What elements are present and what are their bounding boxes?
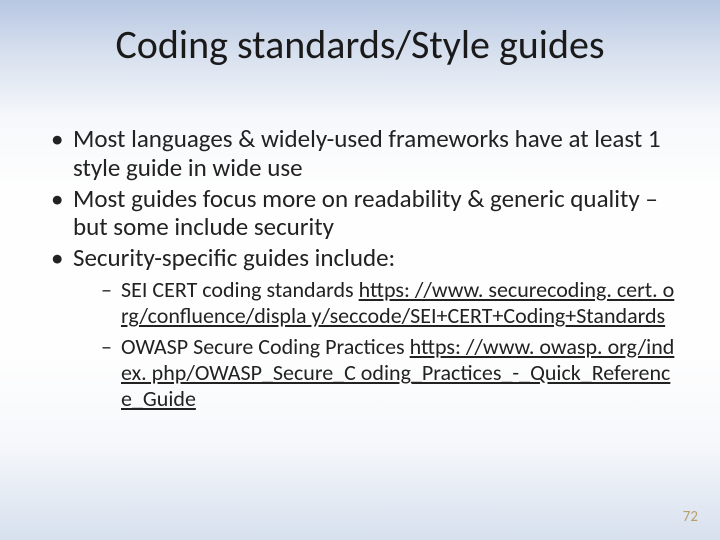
- sub-bullet-list: SEI CERT coding standards https: //www. …: [73, 277, 680, 413]
- bullet-item: Security-specific guides include: SEI CE…: [45, 244, 680, 413]
- slide-title: Coding standards/Style guides: [0, 20, 720, 69]
- sub-bullet-item: OWASP Secure Coding Practices https: //w…: [101, 334, 680, 413]
- bullet-item: Most guides focus more on readability & …: [45, 185, 680, 243]
- page-number: 72: [683, 508, 698, 526]
- slide-body: Most languages & widely-used frameworks …: [45, 125, 680, 417]
- sub-bullet-item: SEI CERT coding standards https: //www. …: [101, 277, 680, 330]
- bullet-list: Most languages & widely-used frameworks …: [45, 125, 680, 413]
- bullet-item: Most languages & widely-used frameworks …: [45, 125, 680, 183]
- slide: Coding standards/Style guides Most langu…: [0, 0, 720, 540]
- sub-bullet-label: OWASP Secure Coding Practices: [121, 333, 405, 360]
- sub-bullet-label: SEI CERT coding standards: [121, 276, 354, 303]
- bullet-text: Security-specific guides include:: [73, 242, 395, 273]
